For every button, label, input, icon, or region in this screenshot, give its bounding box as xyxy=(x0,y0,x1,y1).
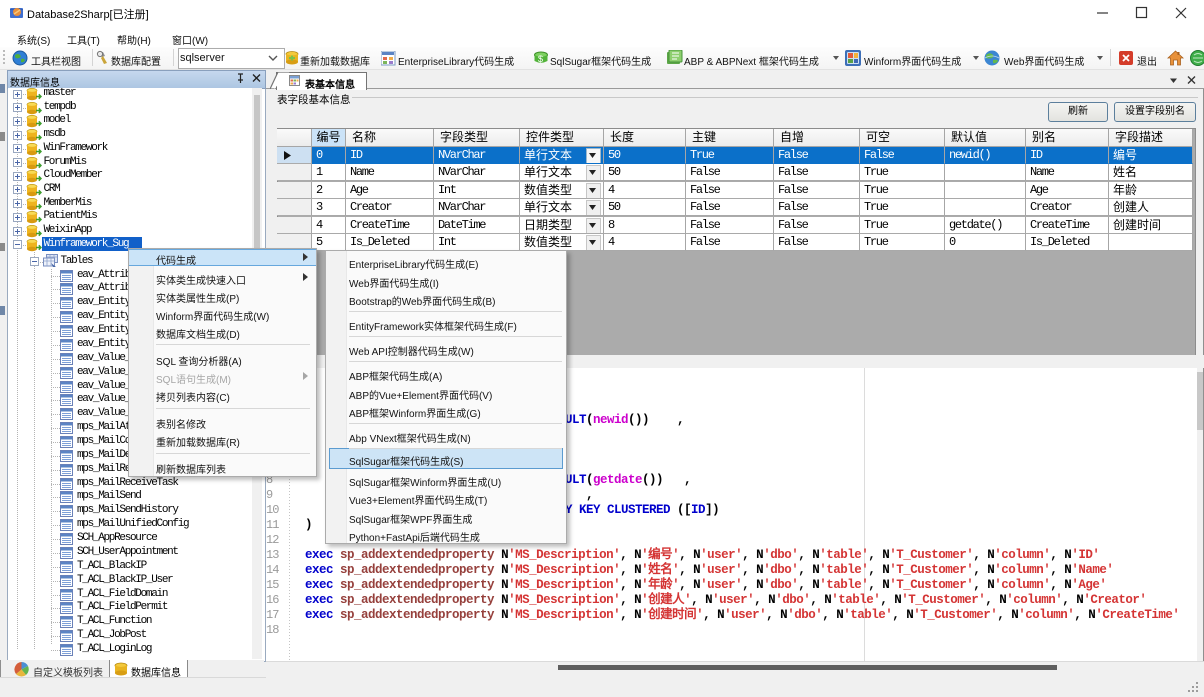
svg-text:$: $ xyxy=(538,54,543,64)
